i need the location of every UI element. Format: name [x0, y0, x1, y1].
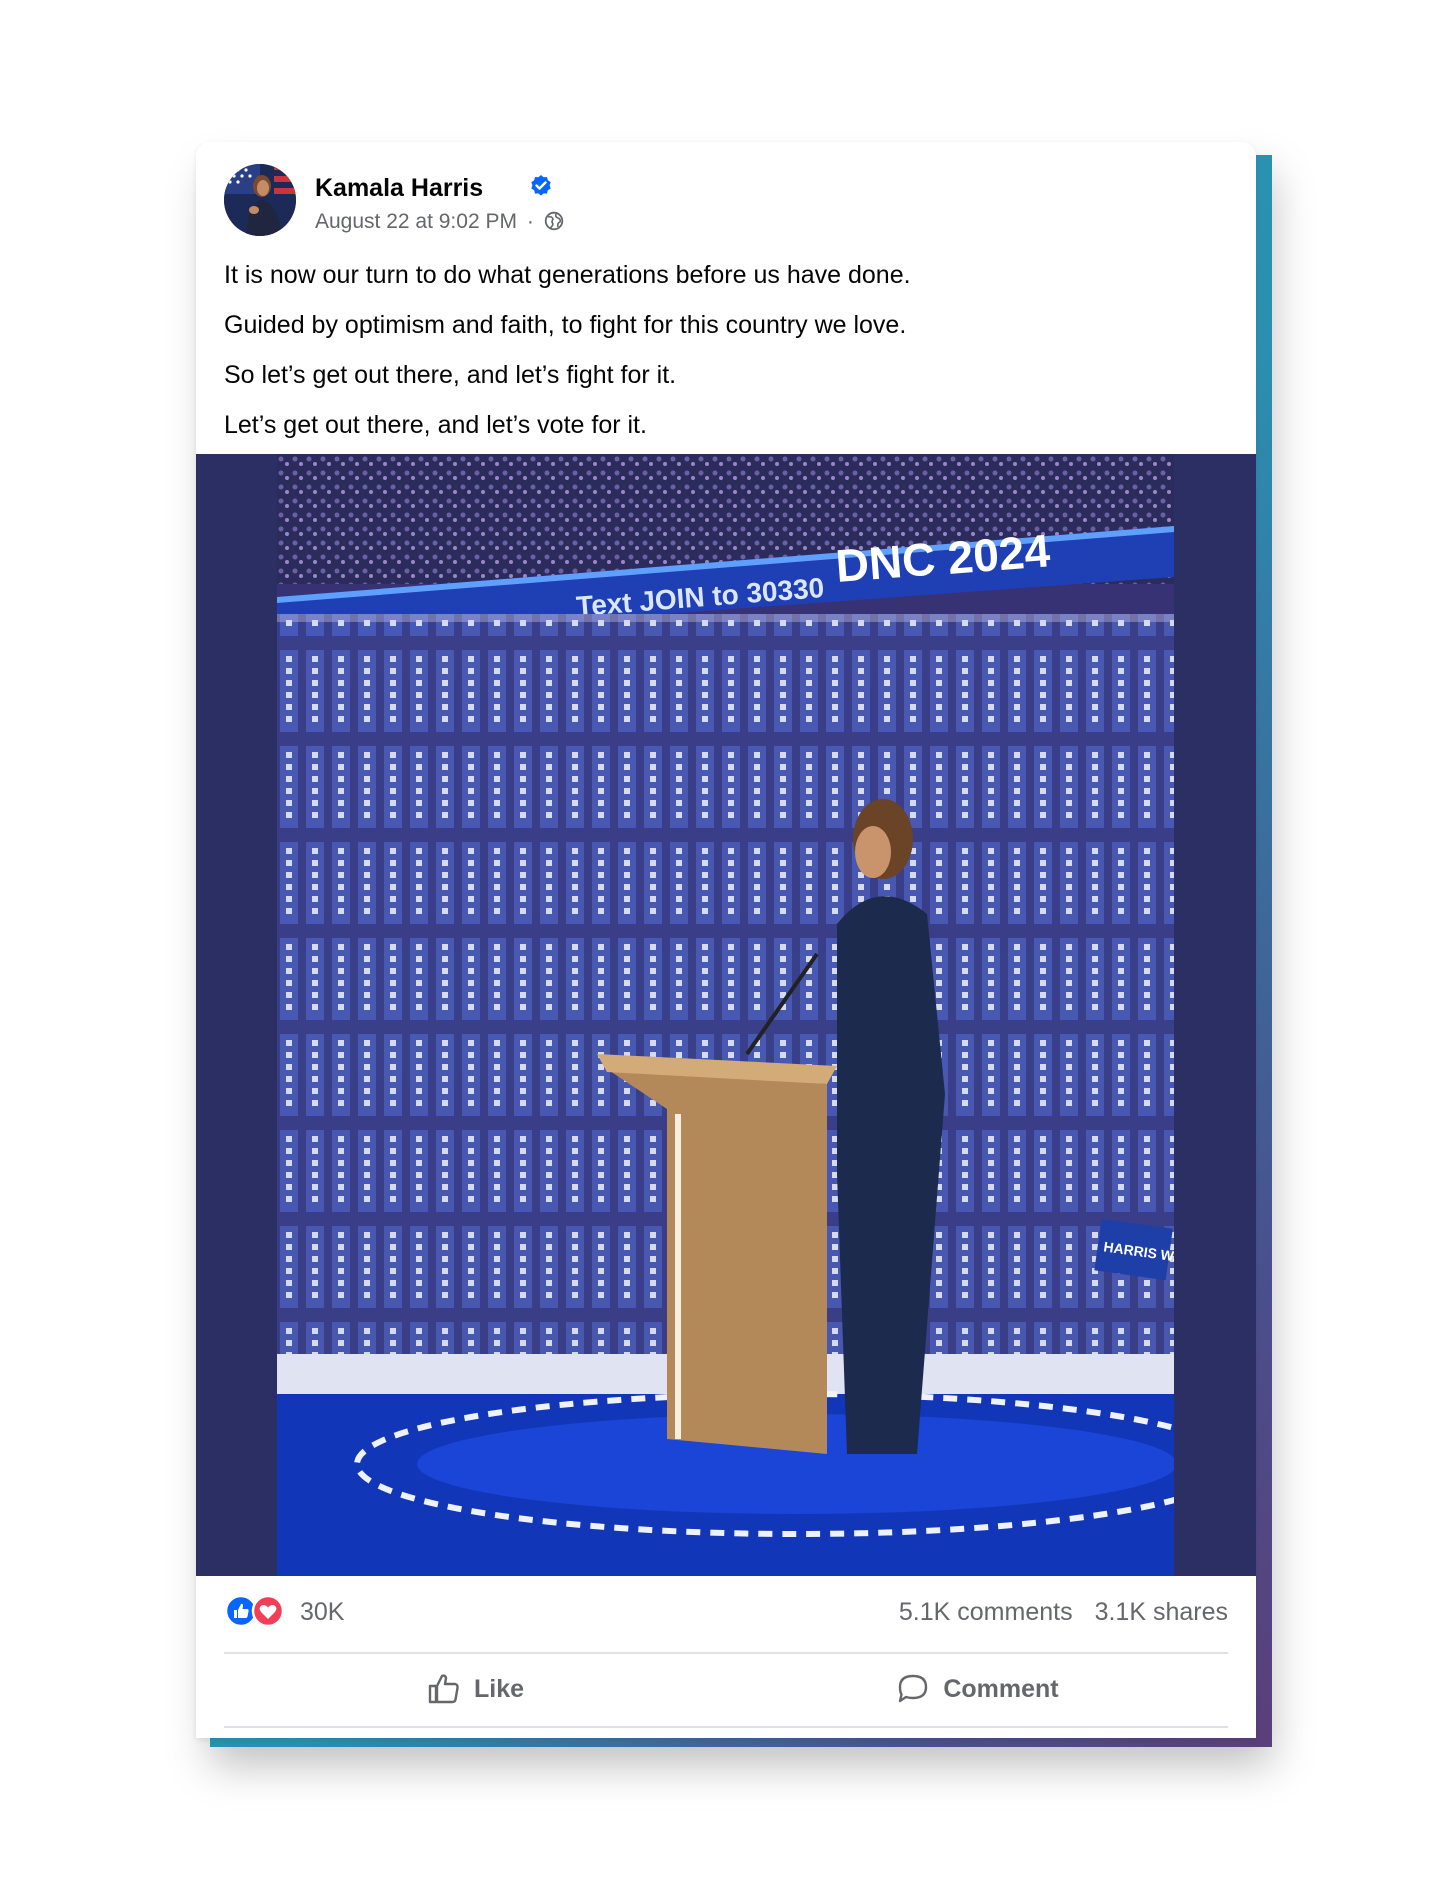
post-line: Let’s get out there, and let’s vote for …: [224, 411, 647, 439]
meta-separator: ·: [526, 210, 534, 233]
thumbs-up-icon: [428, 1674, 459, 1704]
convention-photo: DNC 2024 Text JOIN to 30330 HARRIS WALZ: [277, 454, 1174, 1576]
like-label: Like: [473, 1674, 525, 1703]
stats-divider: [224, 1652, 1228, 1654]
comment-bubble-icon: [899, 1674, 928, 1703]
comment-label: Comment: [943, 1674, 1059, 1703]
love-icon: [251, 1594, 285, 1628]
author-name[interactable]: Kamala Harris: [315, 174, 483, 203]
post-photo-container[interactable]: DNC 2024 Text JOIN to 30330 HARRIS WALZ: [196, 454, 1256, 1576]
post-actions: Like Comment: [224, 1655, 1228, 1723]
post-meta: August 22 at 9:02 PM ·: [315, 210, 564, 234]
reaction-count[interactable]: 30K: [300, 1598, 344, 1627]
banner-dnc-text: DNC: [834, 532, 937, 591]
comments-count[interactable]: 5.1K comments: [899, 1598, 1073, 1626]
post-photo[interactable]: DNC 2024 Text JOIN to 30330 HARRIS WALZ: [277, 454, 1174, 1576]
banner-year-text: 2024: [946, 524, 1052, 584]
actions-divider: [224, 1726, 1228, 1728]
like-button[interactable]: Like: [224, 1655, 726, 1723]
comment-button[interactable]: Comment: [726, 1655, 1228, 1723]
globe-icon[interactable]: [544, 211, 564, 231]
like-icon: [224, 1594, 258, 1628]
post-stats: 30K 5.1K comments 3.1K shares: [224, 1594, 1228, 1634]
post-header: Kamala Harris August 22 at 9:02 PM ·: [224, 164, 1224, 244]
post-line: It is now our turn to do what generation…: [224, 261, 911, 289]
engagement-counts: 5.1K comments 3.1K shares: [899, 1598, 1228, 1627]
reaction-icons[interactable]: [224, 1594, 294, 1628]
post-line: So let’s get out there, and let’s fight …: [224, 361, 677, 389]
verified-badge-icon: [531, 175, 551, 196]
facebook-post-card: Kamala Harris August 22 at 9:02 PM · It …: [196, 142, 1256, 1738]
post-line: Guided by optimism and faith, to fight f…: [224, 311, 907, 339]
post-text: It is now our turn to do what generation…: [224, 250, 1224, 450]
shares-count[interactable]: 3.1K shares: [1095, 1598, 1228, 1626]
author-avatar[interactable]: [224, 164, 296, 236]
post-timestamp[interactable]: August 22 at 9:02 PM: [315, 210, 517, 233]
